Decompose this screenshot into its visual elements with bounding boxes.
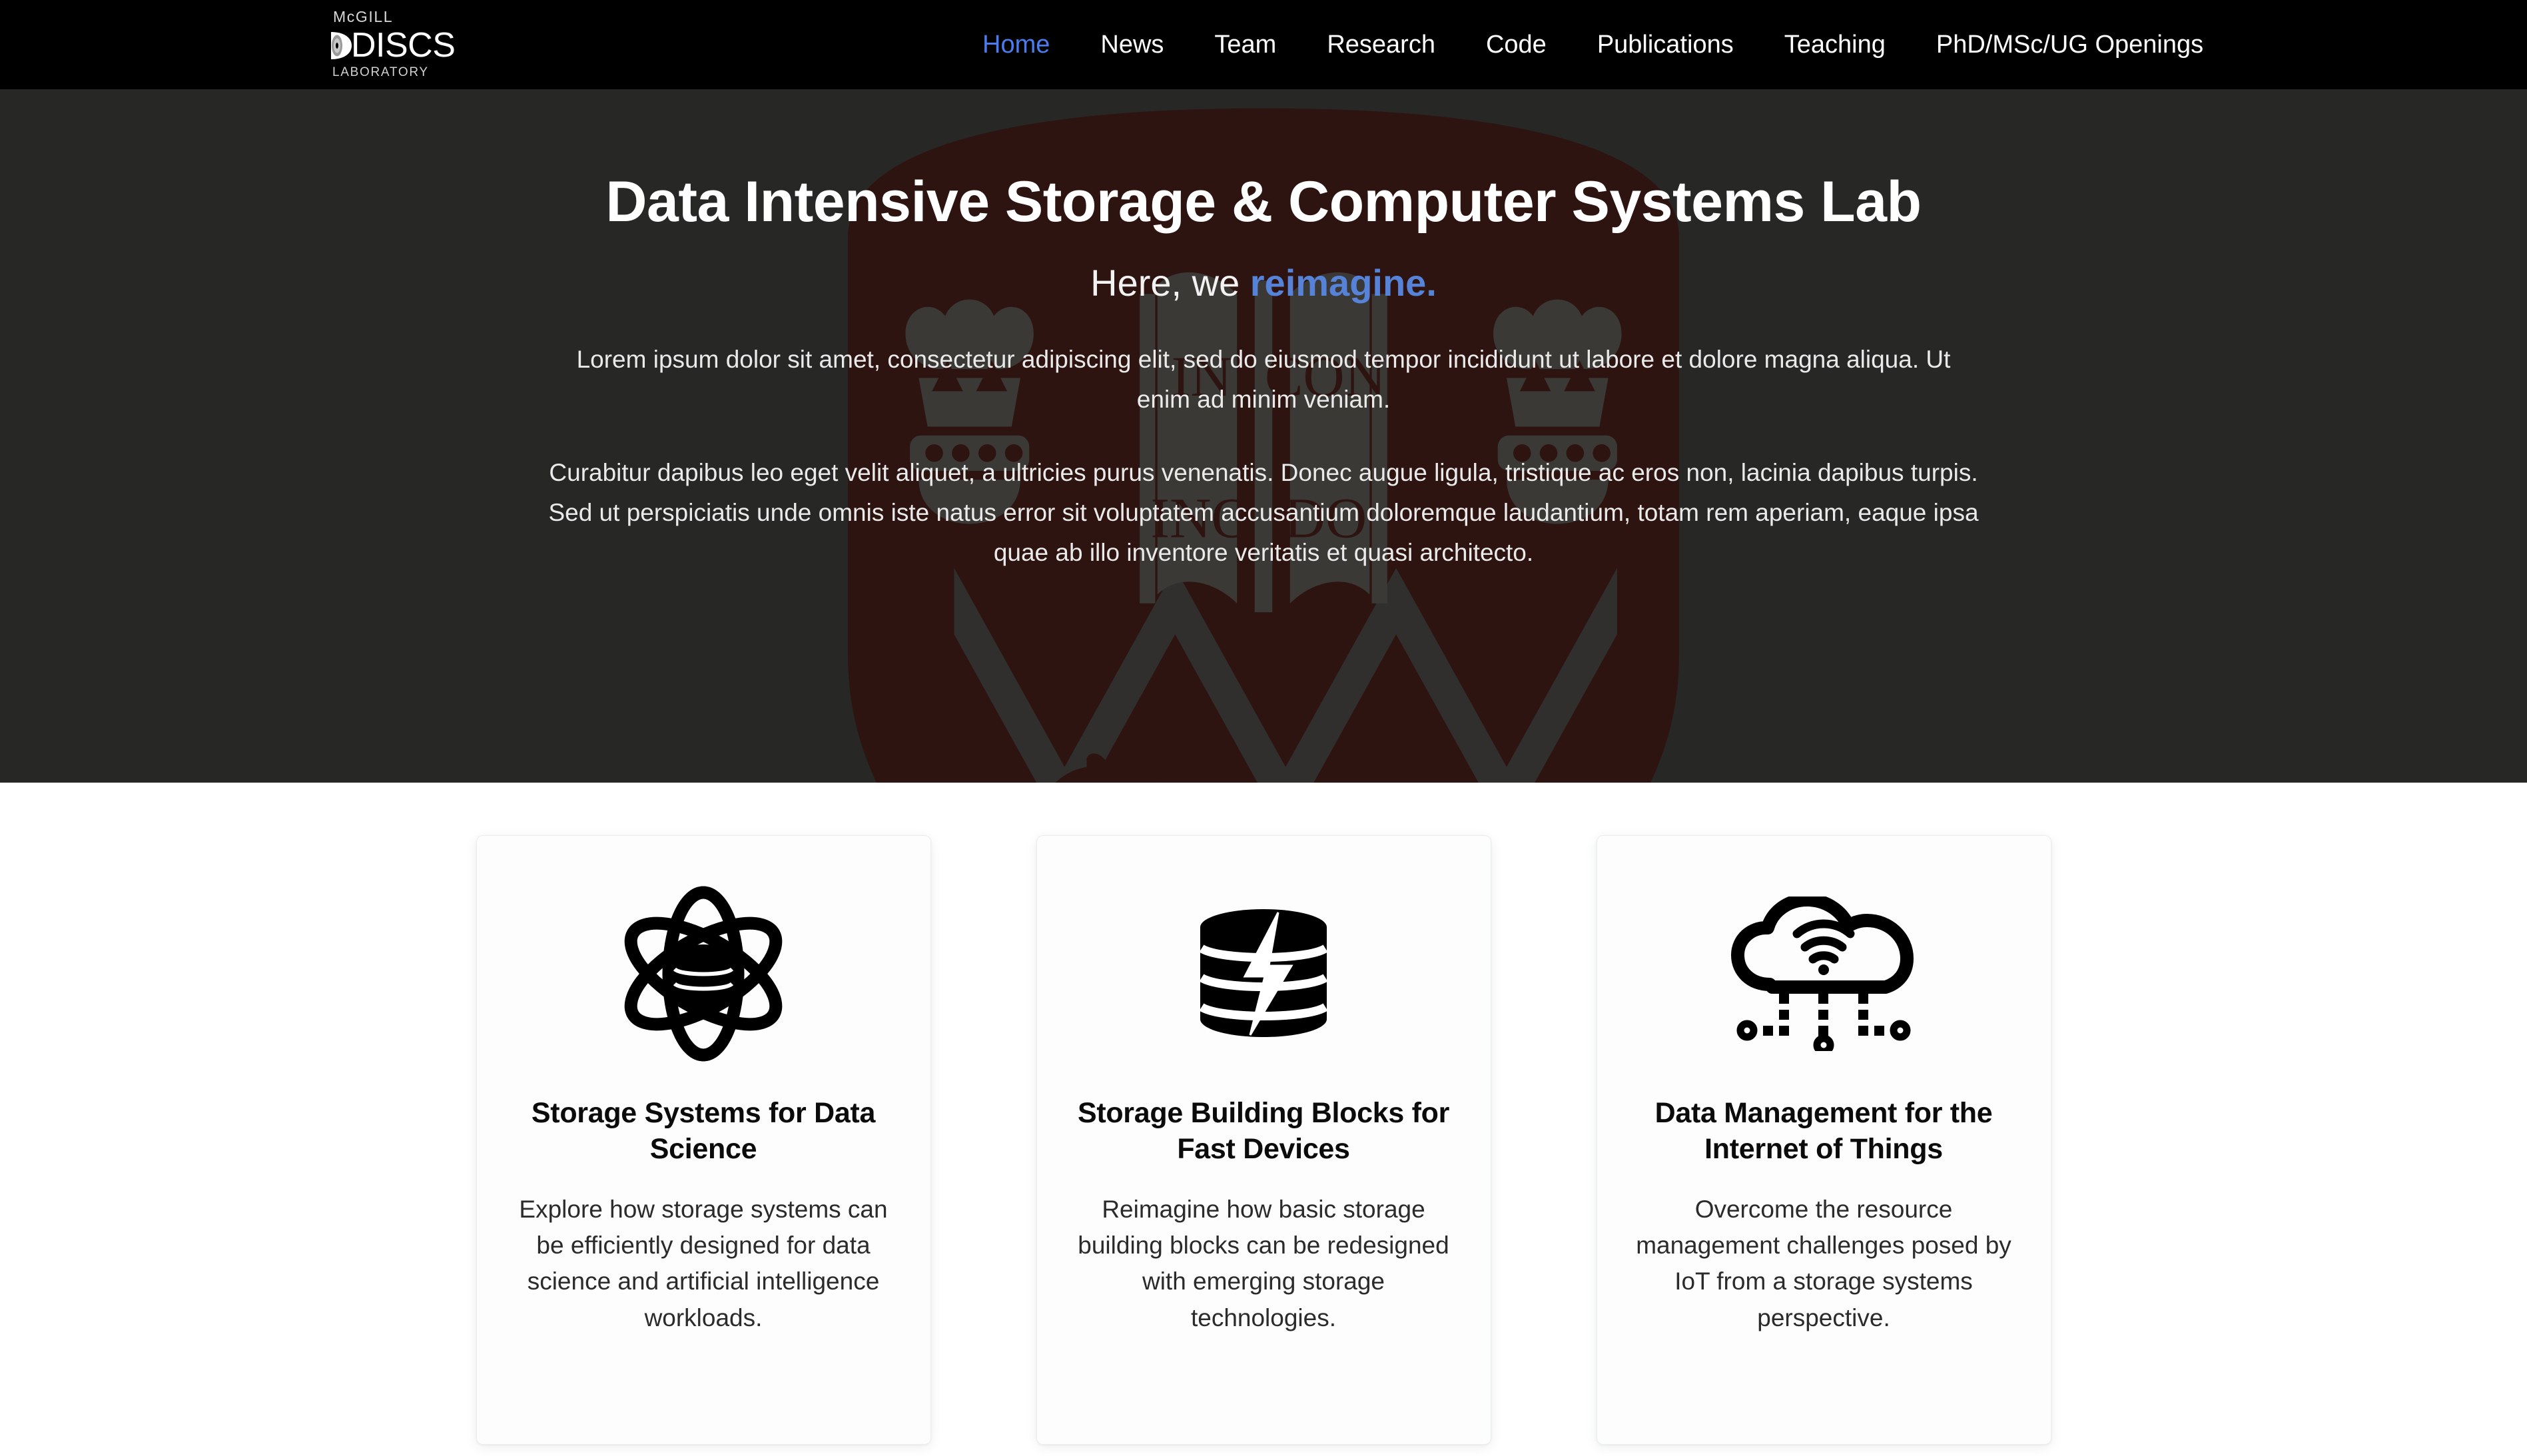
atom-database-icon (616, 877, 791, 1070)
research-card-title: Storage Systems for Data Science (531, 1097, 876, 1165)
disc-icon (330, 31, 352, 61)
nav-item-code[interactable]: Code (1461, 0, 1572, 89)
hero-paragraph-1: Lorem ipsum dolor sit amet, consectetur … (576, 345, 1951, 413)
nav-menu: Home News Team Research Code Publication… (957, 0, 2229, 89)
research-card-description: Reimagine how basic storage building blo… (1078, 1195, 1449, 1331)
research-card-description: Overcome the resource management challen… (1636, 1195, 2011, 1331)
hero-section: IN CON INO DO Data Intensive Storage & C… (0, 89, 2527, 783)
research-card-title: Storage Building Blocks for Fast Devices (1077, 1097, 1450, 1165)
logo-laboratory-text: LABORATORY (332, 65, 429, 79)
nav-item-home[interactable]: Home (957, 0, 1075, 89)
hero-subtitle: Here, we reimagine. (0, 260, 2527, 305)
nav-item-research[interactable]: Research (1301, 0, 1461, 89)
logo-discs-wordmark: DISCS (330, 26, 456, 65)
research-card-iot[interactable]: Data Management for the Internet of Thin… (1596, 835, 2051, 1445)
research-areas-section: Storage Systems for Data Science Explore… (0, 783, 2527, 1456)
research-card-title: Data Management for the Internet of Thin… (1654, 1097, 1993, 1165)
hero-subtitle-prefix: Here, we (1090, 261, 1250, 304)
nav-item-openings[interactable]: PhD/MSc/UG Openings (1911, 0, 2229, 89)
logo-discs-text: DISCS (351, 26, 456, 65)
database-lightning-icon (1194, 877, 1333, 1070)
nav-item-news[interactable]: News (1075, 0, 1189, 89)
top-navbar: McGILL DISCS LABORATORY Home News Team R… (0, 0, 2527, 89)
hero-paragraph-2: Curabitur dapibus leo eget velit aliquet… (548, 458, 1979, 566)
research-card-description: Explore how storage systems can be effic… (519, 1195, 888, 1331)
nav-item-teaching[interactable]: Teaching (1759, 0, 1911, 89)
research-card-fast-devices[interactable]: Storage Building Blocks for Fast Devices… (1036, 835, 1491, 1445)
hero-subtitle-accent: reimagine. (1250, 261, 1437, 304)
site-logo[interactable]: McGILL DISCS LABORATORY (331, 8, 456, 79)
nav-item-team[interactable]: Team (1189, 0, 1301, 89)
nav-item-publications[interactable]: Publications (1572, 0, 1759, 89)
page-title: Data Intensive Storage & Computer System… (605, 170, 1922, 234)
research-card-data-science[interactable]: Storage Systems for Data Science Explore… (476, 835, 931, 1445)
logo-mcgill-text: McGILL (333, 8, 394, 25)
cloud-iot-icon (1728, 877, 1919, 1070)
